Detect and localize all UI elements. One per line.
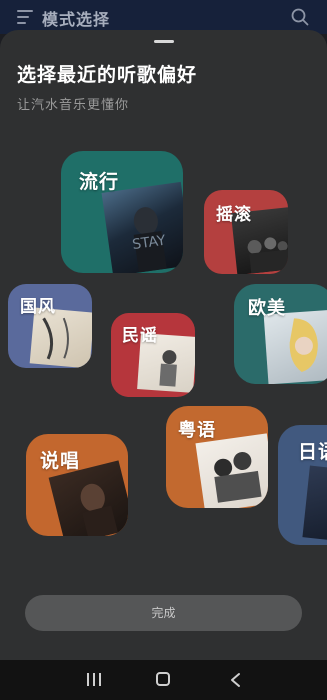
menu-icon[interactable] [17,10,33,24]
genre-label: 民谣 [122,326,158,346]
system-nav-bar [0,660,327,700]
genre-label: 粤语 [178,420,216,441]
album-cover-image [302,465,327,545]
genre-label: 流行 [79,171,120,193]
genre-label: 欧美 [248,298,286,319]
genre-card-guofeng[interactable]: 国风 [8,284,92,368]
back-icon[interactable] [229,672,243,688]
album-cover-image: STAY [101,181,183,273]
album-cover-image [195,433,268,508]
sheet-drag-handle[interactable] [154,40,174,43]
genre-label: 说唱 [40,450,81,472]
genre-label: 国风 [20,297,56,317]
album-cover-image [263,309,327,384]
genre-label: 日语 [298,441,327,463]
genre-card-japanese[interactable]: 日语 [278,425,327,545]
done-button[interactable]: 完成 [25,595,302,631]
recents-icon[interactable] [87,673,101,686]
genre-card-rap[interactable]: 说唱 [26,434,128,536]
sheet-subtitle: 让汽水音乐更懂你 [17,98,130,113]
genre-label: 摇滚 [216,205,252,225]
genre-card-cantonese[interactable]: 粤语 [166,406,268,508]
genre-card-rock[interactable]: 摇滚 [204,190,288,274]
preference-sheet: 选择最近的听歌偏好 让汽水音乐更懂你 STAY 流行 摇滚 国风 民谣 欧美 说… [0,30,327,662]
genre-card-western[interactable]: 欧美 [234,284,327,384]
genre-card-pop[interactable]: STAY 流行 [61,151,183,273]
page-title: 模式选择 [42,10,111,29]
home-icon[interactable] [156,672,170,686]
sheet-title: 选择最近的听歌偏好 [17,64,198,86]
genre-card-folk[interactable]: 民谣 [111,313,195,397]
search-icon[interactable] [291,8,309,26]
app-top-bar: 模式选择 [0,0,327,34]
